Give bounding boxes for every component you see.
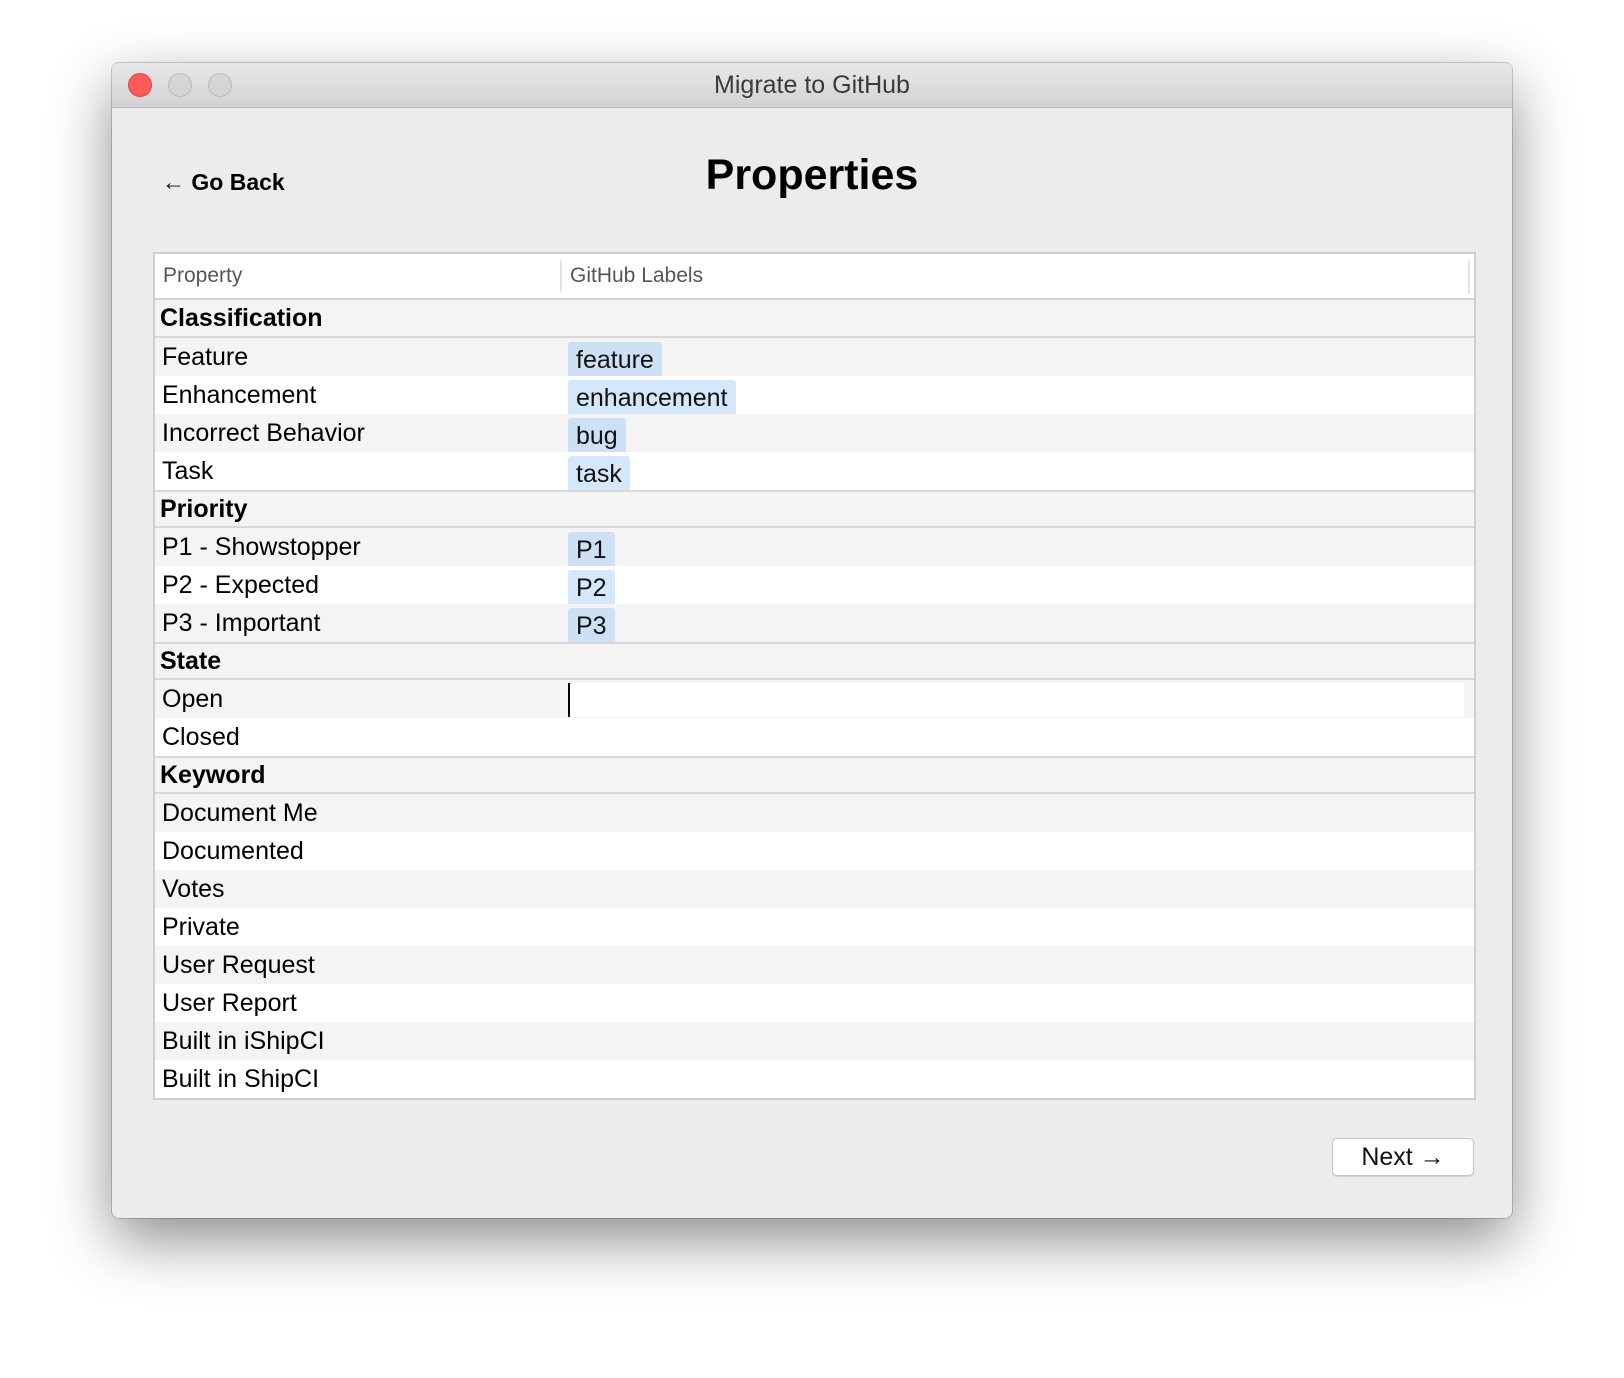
column-header-github-labels[interactable]: GitHub Labels xyxy=(560,254,1474,298)
property-name: Feature xyxy=(162,342,249,371)
table-row[interactable]: Feature feature xyxy=(155,338,1474,376)
github-label-cell[interactable] xyxy=(560,680,1474,718)
section-header-row: State xyxy=(155,642,1474,680)
github-label-cell[interactable] xyxy=(560,870,1474,908)
table-body: Classification Feature feature Enhancement e… xyxy=(155,300,1474,1098)
table-row[interactable]: User Request xyxy=(155,946,1474,984)
properties-table: Property GitHub Labels Classification Fea… xyxy=(153,252,1476,1100)
github-label-tag[interactable]: P1 xyxy=(568,532,615,566)
github-label-cell[interactable] xyxy=(560,908,1474,946)
table-row[interactable]: Open xyxy=(155,680,1474,718)
github-label-cell[interactable] xyxy=(560,1022,1474,1060)
table-header: Property GitHub Labels xyxy=(155,254,1474,300)
table-row[interactable]: Documented xyxy=(155,832,1474,870)
github-label-cell[interactable] xyxy=(560,946,1474,984)
section-title: Classification xyxy=(160,303,323,332)
table-row[interactable]: P2 - Expected P2 xyxy=(155,566,1474,604)
section-header-row: Keyword xyxy=(155,756,1474,794)
table-row[interactable]: Document Me xyxy=(155,794,1474,832)
github-label-cell[interactable]: enhancement xyxy=(560,376,1474,414)
property-name: Closed xyxy=(162,722,240,751)
section-header-row: Priority xyxy=(155,490,1474,528)
property-name: Documented xyxy=(162,836,304,865)
section-header-row: Classification xyxy=(155,300,1474,338)
table-row[interactable]: Enhancement enhancement xyxy=(155,376,1474,414)
github-label-cell[interactable] xyxy=(560,718,1474,756)
property-name: Private xyxy=(162,912,240,941)
github-label-tag[interactable]: task xyxy=(568,456,630,490)
github-label-tag[interactable]: P2 xyxy=(568,570,615,604)
table-row[interactable]: P1 - Showstopper P1 xyxy=(155,528,1474,566)
github-label-cell[interactable] xyxy=(560,794,1474,832)
property-name: Enhancement xyxy=(162,380,317,409)
property-name: User Request xyxy=(162,950,315,979)
property-name: Document Me xyxy=(162,798,318,827)
property-name: Open xyxy=(162,684,224,713)
section-title: State xyxy=(160,646,222,675)
table-row[interactable]: Task task xyxy=(155,452,1474,490)
property-name: Task xyxy=(162,456,214,485)
header-scroll-divider xyxy=(1468,260,1470,294)
github-label-tag[interactable]: enhancement xyxy=(568,380,736,414)
property-name: Built in iShipCI xyxy=(162,1026,325,1055)
property-name: Incorrect Behavior xyxy=(162,418,365,447)
property-name: P3 - Important xyxy=(162,608,321,637)
github-label-cell[interactable]: P2 xyxy=(560,566,1474,604)
title-bar: Migrate to GitHub xyxy=(112,63,1512,108)
github-label-cell[interactable]: P3 xyxy=(560,604,1474,642)
table-row[interactable]: Incorrect Behavior bug xyxy=(155,414,1474,452)
github-label-input[interactable] xyxy=(568,683,1464,717)
github-label-tag[interactable]: bug xyxy=(568,418,626,452)
next-button[interactable]: Next → xyxy=(1332,1138,1474,1176)
table-row[interactable]: Closed xyxy=(155,718,1474,756)
github-label-tag[interactable]: P3 xyxy=(568,608,615,642)
github-label-cell[interactable] xyxy=(560,984,1474,1022)
github-label-cell[interactable]: feature xyxy=(560,338,1474,376)
table-row[interactable]: User Report xyxy=(155,984,1474,1022)
page-title: Properties xyxy=(705,151,919,199)
github-label-cell[interactable] xyxy=(560,832,1474,870)
section-title: Keyword xyxy=(160,760,266,789)
github-label-cell[interactable]: bug xyxy=(560,414,1474,452)
github-label-tag[interactable]: feature xyxy=(568,342,662,376)
property-name: Votes xyxy=(162,874,225,903)
github-label-cell[interactable] xyxy=(560,1060,1474,1098)
section-title: Priority xyxy=(160,494,248,523)
table-row[interactable]: P3 - Important P3 xyxy=(155,604,1474,642)
app-window: Migrate to GitHub ← Go Back Properties P… xyxy=(112,63,1512,1218)
window-title: Migrate to GitHub xyxy=(714,71,910,99)
property-name: P1 - Showstopper xyxy=(162,532,361,561)
property-name: User Report xyxy=(162,988,297,1017)
column-header-property[interactable]: Property xyxy=(155,254,560,298)
table-row[interactable]: Built in iShipCI xyxy=(155,1022,1474,1060)
github-label-cell[interactable]: task xyxy=(560,452,1474,490)
github-label-cell[interactable]: P1 xyxy=(560,528,1474,566)
table-row[interactable]: Votes xyxy=(155,870,1474,908)
table-row[interactable]: Private xyxy=(155,908,1474,946)
property-name: P2 - Expected xyxy=(162,570,320,599)
property-name: Built in ShipCI xyxy=(162,1064,320,1093)
table-row[interactable]: Built in ShipCI xyxy=(155,1060,1474,1098)
